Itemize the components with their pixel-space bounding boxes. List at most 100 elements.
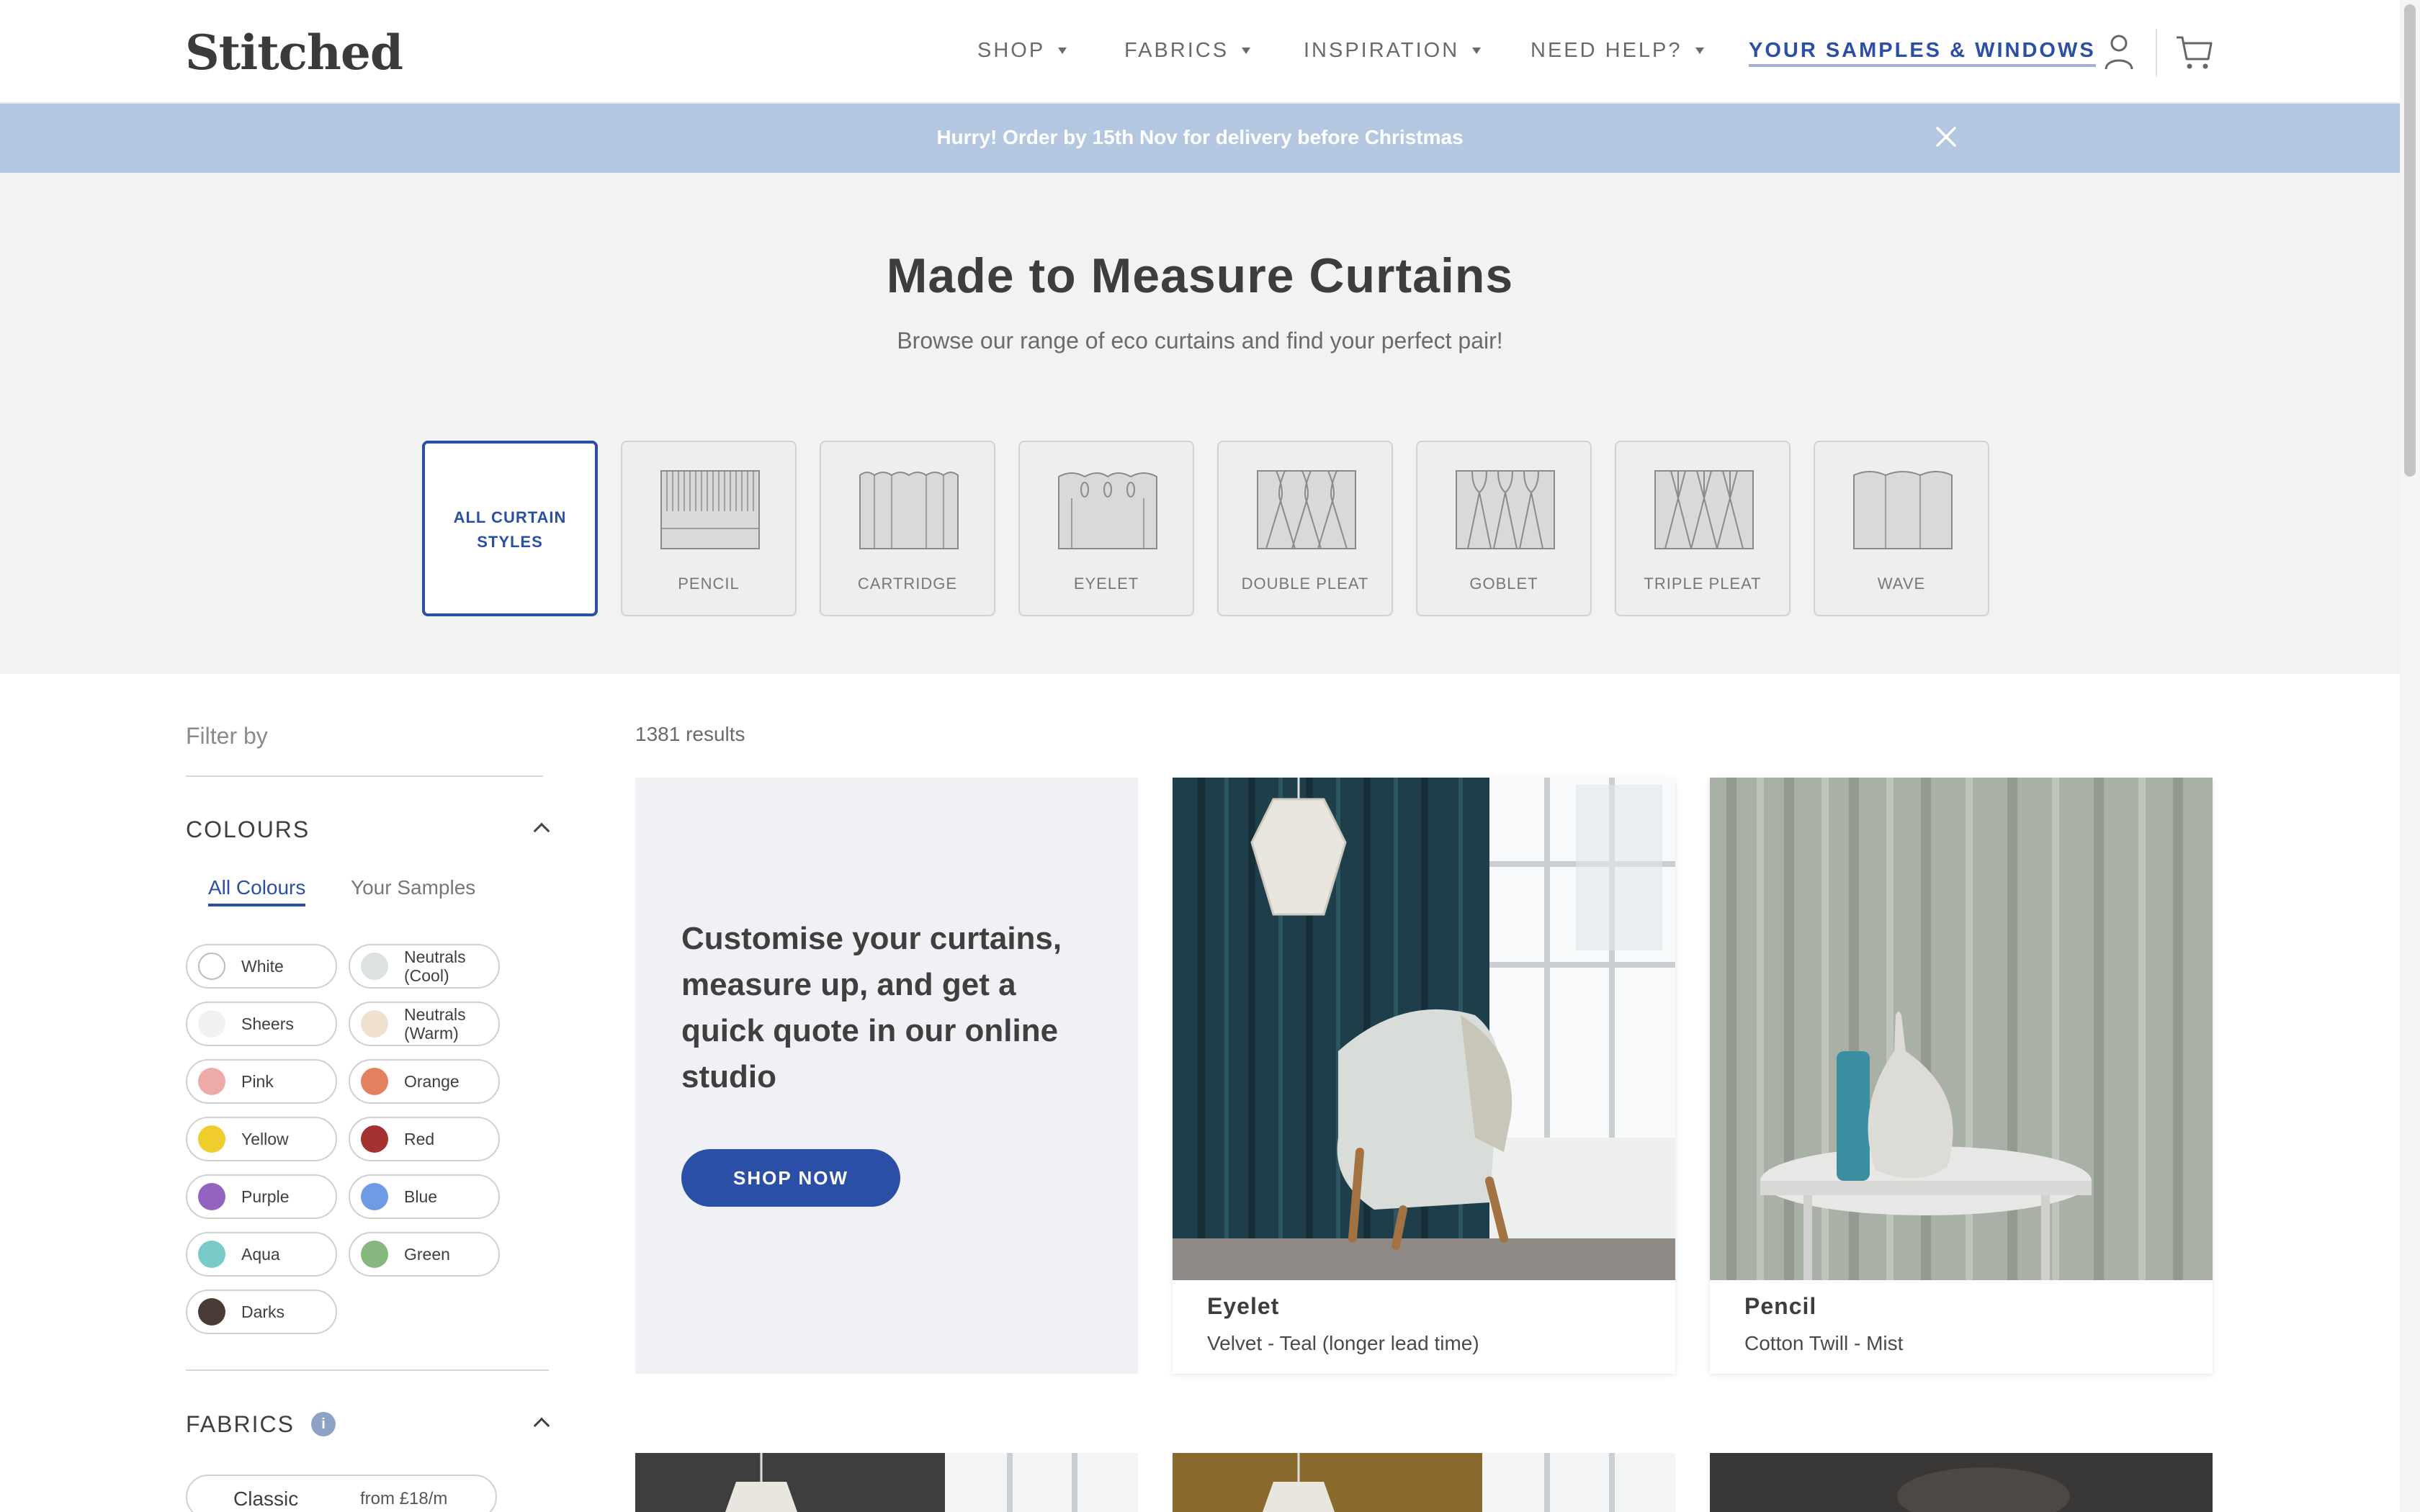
colour-chip-orange[interactable]: Orange [349,1059,500,1104]
caret-down-icon [1242,48,1251,54]
close-icon[interactable] [1935,125,1958,148]
chip-label: Sheers [241,1014,294,1033]
product-image [1173,778,1675,1280]
sheers-swatch [198,1010,225,1038]
pencil-curtain-icon [660,470,760,549]
style-label: TRIPLE PLEAT [1644,575,1762,593]
divider [186,775,543,777]
results-count: 1381 results [635,723,745,745]
shop-now-button[interactable]: SHOP NOW [681,1149,900,1207]
account-icon[interactable] [2099,32,2139,72]
product-name: Pencil [1744,1293,1817,1319]
page-title: Made to Measure Curtains [886,248,1514,303]
fabrics-section-title[interactable]: FABRICS [186,1411,295,1438]
chip-label: Red [404,1130,435,1148]
style-card-triple-pleat[interactable]: TRIPLE PLEAT [1615,441,1791,616]
nav-shop-label: SHOP [977,39,1046,62]
chevron-up-icon[interactable] [533,822,550,840]
colours-section-title[interactable]: COLOURS [186,816,310,843]
colour-chip-darks[interactable]: Darks [186,1290,337,1334]
colour-chip-red[interactable]: Red [349,1117,500,1161]
style-card-wave[interactable]: WAVE [1814,441,1989,616]
chip-label: Blue [404,1187,438,1206]
chevron-up-icon[interactable] [533,1417,550,1434]
chip-label: Pink [241,1072,274,1091]
style-label: PENCIL [678,575,740,593]
page-subtitle: Browse our range of eco curtains and fin… [897,328,1503,354]
chip-label: Orange [404,1072,460,1091]
style-card-eyelet[interactable]: EYELET [1018,441,1194,616]
colour-chip-pink[interactable]: Pink [186,1059,337,1104]
colour-chip-purple[interactable]: Purple [186,1174,337,1219]
scrollbar-thumb[interactable] [2404,4,2416,477]
style-card-pencil[interactable]: PENCIL [621,441,797,616]
product-card-eyelet[interactable]: Eyelet Velvet - Teal (longer lead time) [1173,778,1675,1374]
nav-shop[interactable]: SHOP [977,39,1067,63]
header-divider [2156,29,2157,76]
style-label: EYELET [1073,575,1139,593]
cart-icon[interactable] [2174,32,2214,72]
blue-swatch [361,1183,388,1210]
chip-label: Darks [241,1302,285,1321]
nav-samples-windows[interactable]: YOUR SAMPLES & WINDOWS [1749,39,2096,67]
style-label: DOUBLE PLEAT [1241,575,1369,593]
colour-chip-green[interactable]: Green [349,1232,500,1277]
white-swatch [198,953,225,980]
caret-down-icon [1695,48,1704,54]
style-card-double-pleat[interactable]: DOUBLE PLEAT [1217,441,1393,616]
product-name: Eyelet [1207,1293,1280,1319]
nav-inspiration-label: INSPIRATION [1304,39,1460,62]
colour-chip-neutrals-warm[interactable]: Neutrals (Warm) [349,1002,500,1046]
style-label: ALL CURTAIN STYLES [453,508,567,551]
chip-label: Neutrals (Warm) [404,1005,466,1043]
triple-pleat-curtain-icon [1654,470,1754,549]
colour-chip-yellow[interactable]: Yellow [186,1117,337,1161]
product-card-pencil[interactable]: Pencil Cotton Twill - Mist [1710,778,2213,1374]
tab-all-colours[interactable]: All Colours [208,876,306,906]
nav-fabrics[interactable]: FABRICS [1124,39,1251,63]
colour-chip-aqua[interactable]: Aqua [186,1232,337,1277]
caret-down-icon [1472,48,1482,54]
wave-curtain-icon [1853,471,1953,549]
nav-need-help[interactable]: NEED HELP? [1531,39,1704,63]
fabric-price: from £18/m [360,1489,448,1508]
purple-swatch [198,1183,225,1210]
product-fabric: Cotton Twill - Mist [1744,1332,1904,1354]
colour-chip-white[interactable]: White [186,944,337,989]
colour-chip-blue[interactable]: Blue [349,1174,500,1219]
aqua-swatch [198,1241,225,1268]
colour-chip-neutrals-cool[interactable]: Neutrals (Cool) [349,944,500,989]
logo[interactable]: Stitched [185,24,403,81]
divider [186,1369,549,1371]
nav-fabrics-label: FABRICS [1124,39,1229,62]
eyelet-curtain-icon [1058,472,1157,549]
fabric-chip-classic[interactable]: Classic from £18/m [186,1475,497,1512]
product-image-partial[interactable] [1710,1453,2213,1512]
orange-swatch [361,1068,388,1095]
cartridge-curtain-icon [859,472,959,549]
style-card-all[interactable]: ALL CURTAIN STYLES [422,441,598,616]
neutrals-warm-swatch [361,1010,388,1038]
colour-chip-sheers[interactable]: Sheers [186,1002,337,1046]
filter-by-label: Filter by [186,723,268,749]
product-image-partial[interactable] [635,1453,1138,1512]
style-card-goblet[interactable]: GOBLET [1416,441,1592,616]
green-swatch [361,1241,388,1268]
double-pleat-curtain-icon [1257,470,1356,549]
chip-label: White [241,957,284,976]
yellow-swatch [198,1125,225,1153]
chip-label: Neutrals (Cool) [404,948,466,985]
fabric-name: Classic [233,1488,299,1510]
style-label: CARTRIDGE [857,575,958,593]
style-label: WAVE [1877,575,1926,593]
info-icon[interactable]: i [311,1412,336,1436]
chip-label: Purple [241,1187,290,1206]
product-image-partial[interactable] [1173,1453,1675,1512]
promo-text: Customise your curtains, measure up, and… [681,921,1062,1094]
tab-your-samples[interactable]: Your Samples [351,876,475,899]
chip-label: Aqua [241,1245,280,1264]
caret-down-icon [1058,48,1067,54]
goblet-curtain-icon [1456,470,1555,549]
style-card-cartridge[interactable]: CARTRIDGE [820,441,995,616]
nav-inspiration[interactable]: INSPIRATION [1304,39,1482,63]
